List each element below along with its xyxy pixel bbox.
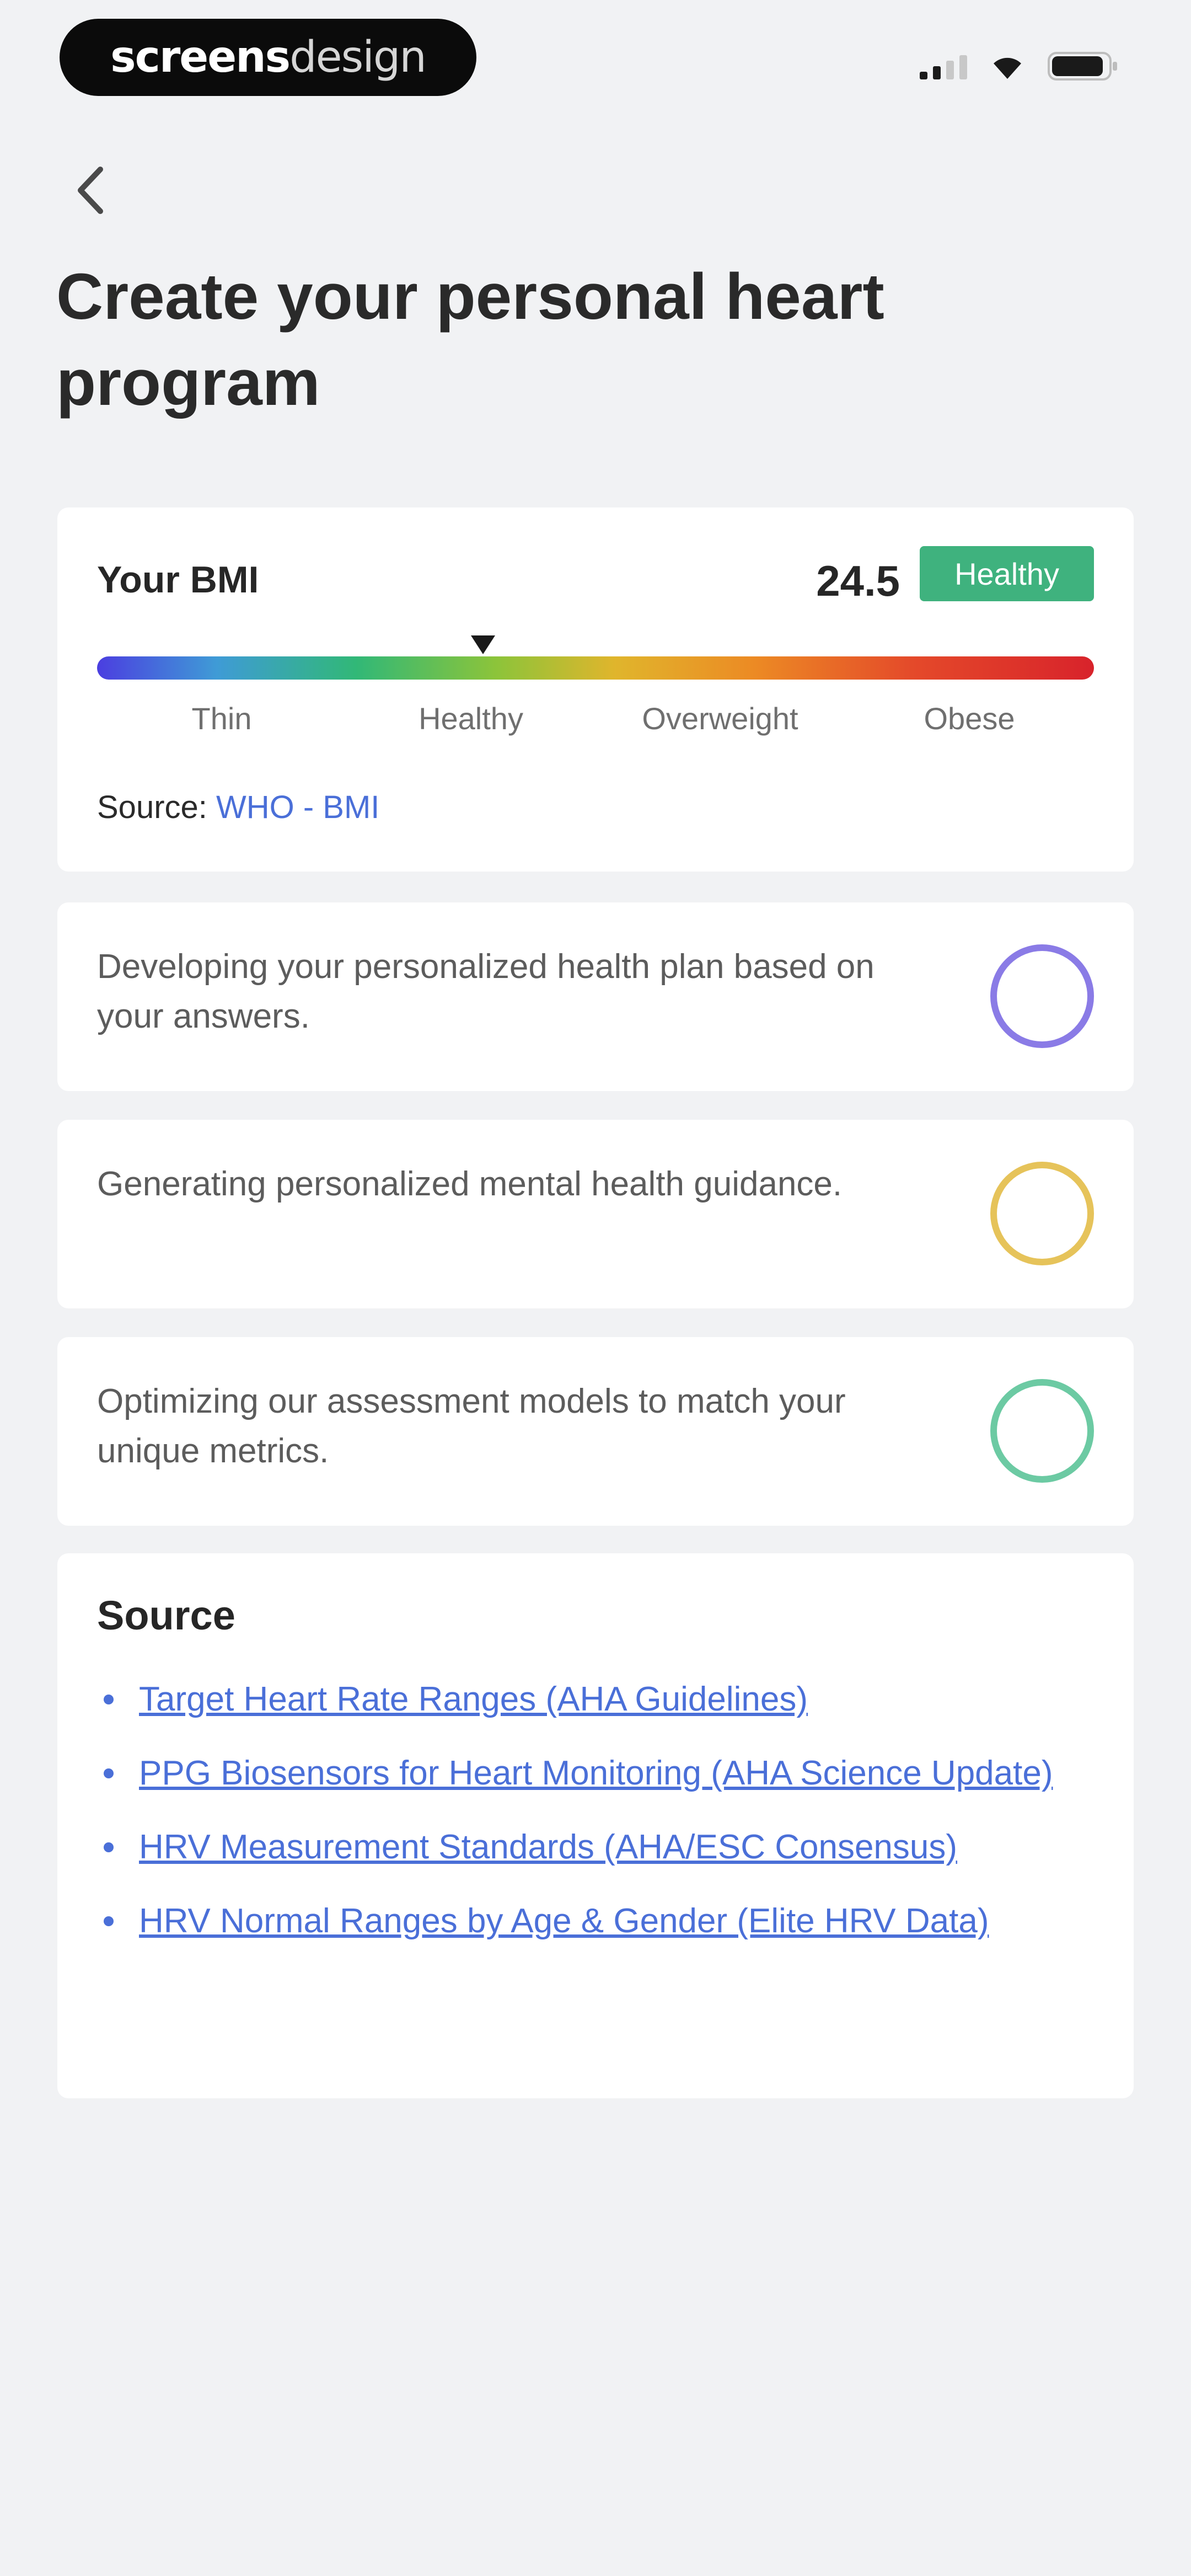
- bmi-label: Your BMI: [97, 559, 259, 601]
- bullet-icon: [104, 1842, 114, 1852]
- bmi-scale-bar: [97, 656, 1094, 680]
- sources-list: Target Heart Rate Ranges (AHA Guidelines…: [97, 1675, 1112, 1970]
- bmi-scale-labels: Thin Healthy Overweight Obese: [97, 701, 1094, 736]
- bullet-icon: [104, 1695, 114, 1704]
- bmi-marker-icon: [471, 635, 495, 654]
- progress-card-mental: Generating personalized mental health gu…: [57, 1120, 1134, 1308]
- list-item: HRV Measurement Standards (AHA/ESC Conse…: [97, 1823, 1112, 1872]
- bmi-scale-label-obese: Obese: [924, 701, 1015, 736]
- status-bar: screens design: [0, 0, 1191, 116]
- progress-ring-icon: [990, 1162, 1094, 1265]
- bullet-icon: [104, 1916, 114, 1926]
- bmi-source-link[interactable]: WHO - BMI: [216, 789, 379, 825]
- bmi-status-badge: Healthy: [920, 546, 1094, 601]
- source-link-target-heart-rate[interactable]: Target Heart Rate Ranges (AHA Guidelines…: [139, 1680, 808, 1718]
- progress-card-models: Optimizing our assessment models to matc…: [57, 1337, 1134, 1526]
- bmi-scale-label-thin: Thin: [191, 701, 252, 736]
- source-link-hrv-standards[interactable]: HRV Measurement Standards (AHA/ESC Conse…: [139, 1828, 957, 1866]
- bmi-scale-label-overweight: Overweight: [642, 701, 798, 736]
- bmi-card: Your BMI 24.5 Healthy Thin Healthy Overw…: [57, 507, 1134, 872]
- progress-ring-icon: [990, 1379, 1094, 1483]
- chevron-left-icon: [78, 167, 103, 214]
- list-item: Target Heart Rate Ranges (AHA Guidelines…: [97, 1675, 1112, 1724]
- brand-logo-light: design: [289, 33, 427, 82]
- list-item: HRV Normal Ranges by Age & Gender (Elite…: [97, 1896, 1112, 1946]
- progress-text-mental: Generating personalized mental health gu…: [97, 1165, 843, 1203]
- progress-text-plan: Developing your personalized health plan…: [97, 948, 875, 1035]
- bmi-scale-label-healthy: Healthy: [419, 701, 523, 736]
- back-button[interactable]: [61, 160, 121, 221]
- bmi-source: Source: WHO - BMI: [97, 789, 379, 826]
- page-title: Create your personal heart program: [56, 260, 884, 419]
- sources-heading: Source: [97, 1592, 235, 1638]
- battery-icon: [1048, 51, 1119, 82]
- brand-logo: screens design: [60, 19, 476, 96]
- progress-ring-icon: [990, 944, 1094, 1048]
- signal-icon: [920, 53, 967, 79]
- bmi-source-prefix: Source:: [97, 789, 207, 825]
- wifi-icon: [989, 52, 1026, 80]
- bullet-icon: [104, 1768, 114, 1778]
- source-link-hrv-ranges[interactable]: HRV Normal Ranges by Age & Gender (Elite…: [139, 1902, 989, 1940]
- source-link-ppg-biosensors[interactable]: PPG Biosensors for Heart Monitoring (AHA…: [139, 1754, 1053, 1792]
- status-icons: [920, 50, 1119, 83]
- progress-card-plan: Developing your personalized health plan…: [57, 902, 1134, 1091]
- sources-card: Source Target Heart Rate Ranges (AHA Gui…: [57, 1553, 1134, 2098]
- brand-logo-bold: screens: [110, 33, 291, 82]
- list-item: PPG Biosensors for Heart Monitoring (AHA…: [97, 1749, 1112, 1798]
- bmi-value: 24.5: [816, 557, 900, 605]
- progress-text-models: Optimizing our assessment models to matc…: [97, 1382, 846, 1470]
